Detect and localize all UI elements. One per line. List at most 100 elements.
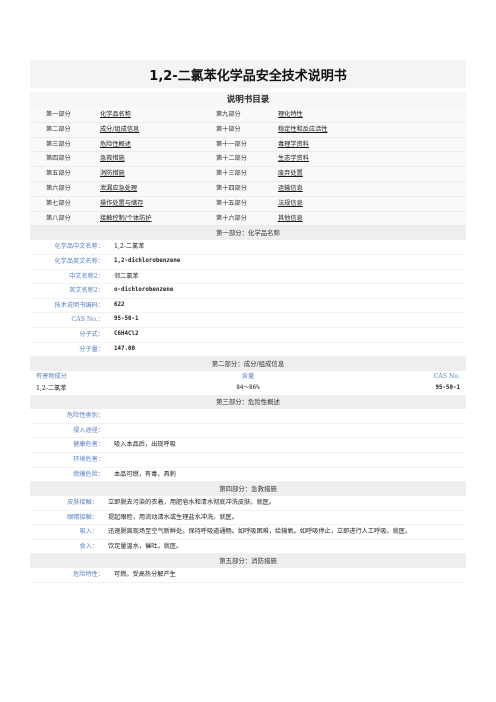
field-row: 分子量： 147.00 xyxy=(30,343,466,358)
field-row: 环境危害： xyxy=(30,453,466,468)
toc-link[interactable]: 危险性概述 xyxy=(86,137,200,153)
composition-header: 有害物成分 含量 CAS No. xyxy=(30,371,466,382)
field-row: 化学品中文名称： 1,2-二氯苯 xyxy=(30,240,466,255)
toc-part-number: 第十四部分 xyxy=(200,181,264,197)
field-value: 立即脱去污染的衣着，用肥皂水和清水彻底冲洗皮肤。就医。 xyxy=(108,499,276,507)
cas-col-header: CAS No. xyxy=(433,373,460,381)
field-value: 本品可燃，有毒，具刺 xyxy=(114,470,176,478)
field-value xyxy=(110,424,466,438)
composition-row: 1,2-二氯苯 84～86% 95-50-1 xyxy=(30,382,466,395)
toc-link[interactable]: 急救措施 xyxy=(86,152,200,168)
field-row: 英文名称2： o-dichlorobenzene xyxy=(30,284,466,299)
toc-part-number: 第七部分 xyxy=(30,196,86,212)
toc-link[interactable]: 废弃处置 xyxy=(264,167,466,182)
field-row: 技术说明书编码： 622 xyxy=(30,299,466,314)
field-label: 中文名称2： xyxy=(69,272,104,280)
toc-heading: 说明书目录 xyxy=(30,92,466,108)
field-row: 吸入： 迅速脱离现场至空气新鲜处。保持呼吸道通畅。如呼吸困难，给输氧。如呼吸停止，… xyxy=(30,525,466,540)
toc-link[interactable]: 泄漏应急处理 xyxy=(86,181,200,197)
field-label: 技术说明书编码： xyxy=(54,301,105,309)
field-row: CAS No.： 95-50-1 xyxy=(30,313,466,328)
toc-part-number: 第九部分 xyxy=(200,108,264,123)
field-label: 危险性类别： xyxy=(66,412,104,420)
toc-part-number: 第十二部分 xyxy=(200,152,264,168)
toc-link[interactable]: 毒理学资料 xyxy=(264,137,466,153)
toc-link[interactable]: 生态学资料 xyxy=(264,152,466,168)
toc-part-number: 第二部分 xyxy=(30,122,86,138)
toc-link[interactable]: 操作处置与储存 xyxy=(86,196,200,212)
field-row: 燃爆危险： 本品可燃，有毒，具刺 xyxy=(30,468,466,483)
field-value: C6H4Cl2 xyxy=(114,330,139,337)
field-row: 化学品英文名称： 1,2-dichlorobenzene xyxy=(30,255,466,270)
field-row: 食入： 饮足量温水，催吐。就医。 xyxy=(30,540,466,555)
msds-document: 1,2-二氯苯化学品安全技术说明书 说明书目录 第一部分 化学品名称 第九部分 理化特… xyxy=(30,60,466,584)
toc-link[interactable]: 化学品名称 xyxy=(86,108,200,123)
toc-part-number: 第六部分 xyxy=(30,181,86,197)
field-label: 危险特性： xyxy=(73,571,104,579)
field-label: 食入： xyxy=(79,542,98,550)
field-value xyxy=(110,453,466,467)
content-col-header: 含量 xyxy=(241,373,255,381)
component-col-header: 有害物成分 xyxy=(36,373,67,381)
field-label: 燃爆危险： xyxy=(73,470,104,478)
toc-part-number: 第十六部分 xyxy=(200,211,264,227)
field-value: 提起眼睑，用流动清水或生理盐水冲洗。就医。 xyxy=(108,513,238,521)
section-3-header: 第三部分：危险性概述 xyxy=(30,395,466,410)
field-label: 皮肤接触： xyxy=(67,499,98,507)
field-row: 危险特性： 可燃。受高热分解产生 xyxy=(30,568,466,584)
field-label: 侵入途径： xyxy=(73,426,104,434)
section-5-rows: 危险特性： 可燃。受高热分解产生 xyxy=(30,568,466,584)
field-value: 622 xyxy=(114,301,125,308)
field-value: 迅速脱离现场至空气新鲜处。保持呼吸道通畅。如呼吸困难，给输氧。如呼吸停止，立即进… xyxy=(108,528,412,536)
field-label: 眼睛接触： xyxy=(67,513,98,521)
field-value: 可燃。受高热分解产生 xyxy=(114,571,176,579)
section-1-rows: 化学品中文名称： 1,2-二氯苯化学品英文名称： 1,2-dichlorobenze… xyxy=(30,240,466,358)
section-5-header: 第五部分：消防措施 xyxy=(30,554,466,569)
section-4-header: 第四部分：急救措施 xyxy=(30,482,466,497)
toc-part-number: 第十三部分 xyxy=(200,167,264,182)
field-value: 邻二氯苯 xyxy=(114,272,139,280)
field-row: 中文名称2： 邻二氯苯 xyxy=(30,270,466,285)
document-title: 1,2-二氯苯化学品安全技术说明书 xyxy=(30,60,466,88)
field-label: 健康危害： xyxy=(73,441,104,449)
component-value: 1,2-二氯苯 xyxy=(36,385,67,393)
field-label: 英文名称2： xyxy=(69,287,104,295)
toc-link[interactable]: 其他信息 xyxy=(264,211,466,227)
field-value: 饮足量温水，催吐。就医。 xyxy=(108,542,183,550)
field-value: 吸入本品后，出现呼吸 xyxy=(114,441,176,449)
toc-part-number: 第五部分 xyxy=(30,167,86,182)
toc-part-number: 第十五部分 xyxy=(200,196,264,212)
field-label: 吸入： xyxy=(79,528,98,536)
toc-part-number: 第十部分 xyxy=(200,122,264,138)
field-value: 1,2-二氯苯 xyxy=(114,243,145,251)
section-3-rows: 危险性类别： 侵入途径： 健康危害： 吸入本品后，出现呼吸环境危害： 燃爆危险： 本品可燃… xyxy=(30,409,466,483)
toc-link[interactable]: 稳定性和反应活性 xyxy=(264,122,466,138)
toc-link[interactable]: 法规信息 xyxy=(264,196,466,212)
toc-part-number: 第四部分 xyxy=(30,152,86,168)
field-value: 95-50-1 xyxy=(114,316,139,323)
toc-link[interactable]: 理化特性 xyxy=(264,108,466,123)
field-row: 眼睛接触： 提起眼睑，用流动清水或生理盐水冲洗。就医。 xyxy=(30,511,466,526)
toc-link[interactable]: 运输信息 xyxy=(264,181,466,197)
field-label: 环境危害： xyxy=(73,455,104,463)
field-row: 分子式： C6H4Cl2 xyxy=(30,328,466,343)
field-value: 1,2-dichlorobenzene xyxy=(114,257,181,264)
toc-part-number: 第三部分 xyxy=(30,137,86,153)
field-row: 危险性类别： xyxy=(30,409,466,424)
field-label: 分子量： xyxy=(79,345,104,353)
section-4-rows: 皮肤接触： 立即脱去污染的衣着，用肥皂水和清水彻底冲洗皮肤。就医。眼睛接触： 提起眼… xyxy=(30,496,466,555)
field-label: 化学品中文名称： xyxy=(54,243,105,251)
toc-link[interactable]: 成分/组成信息 xyxy=(86,122,200,138)
field-value: 147.00 xyxy=(114,345,135,352)
field-label: CAS No.： xyxy=(71,316,104,324)
field-row: 侵入途径： xyxy=(30,424,466,439)
field-value xyxy=(110,409,466,423)
toc-part-number: 第一部分 xyxy=(30,108,86,123)
section-2-header: 第二部分：成分/组成信息 xyxy=(30,357,466,372)
field-row: 健康危害： 吸入本品后，出现呼吸 xyxy=(30,438,466,453)
toc-table: 第一部分 化学品名称 第九部分 理化特性第二部分 成分/组成信息 第十部分 稳定性和反应活性… xyxy=(30,108,466,227)
toc-link[interactable]: 消防措施 xyxy=(86,167,200,182)
toc-link[interactable]: 接触控制/个体防护 xyxy=(86,211,200,227)
field-label: 分子式： xyxy=(79,330,104,338)
section-1-header: 第一部分：化学品名称 xyxy=(30,226,466,241)
